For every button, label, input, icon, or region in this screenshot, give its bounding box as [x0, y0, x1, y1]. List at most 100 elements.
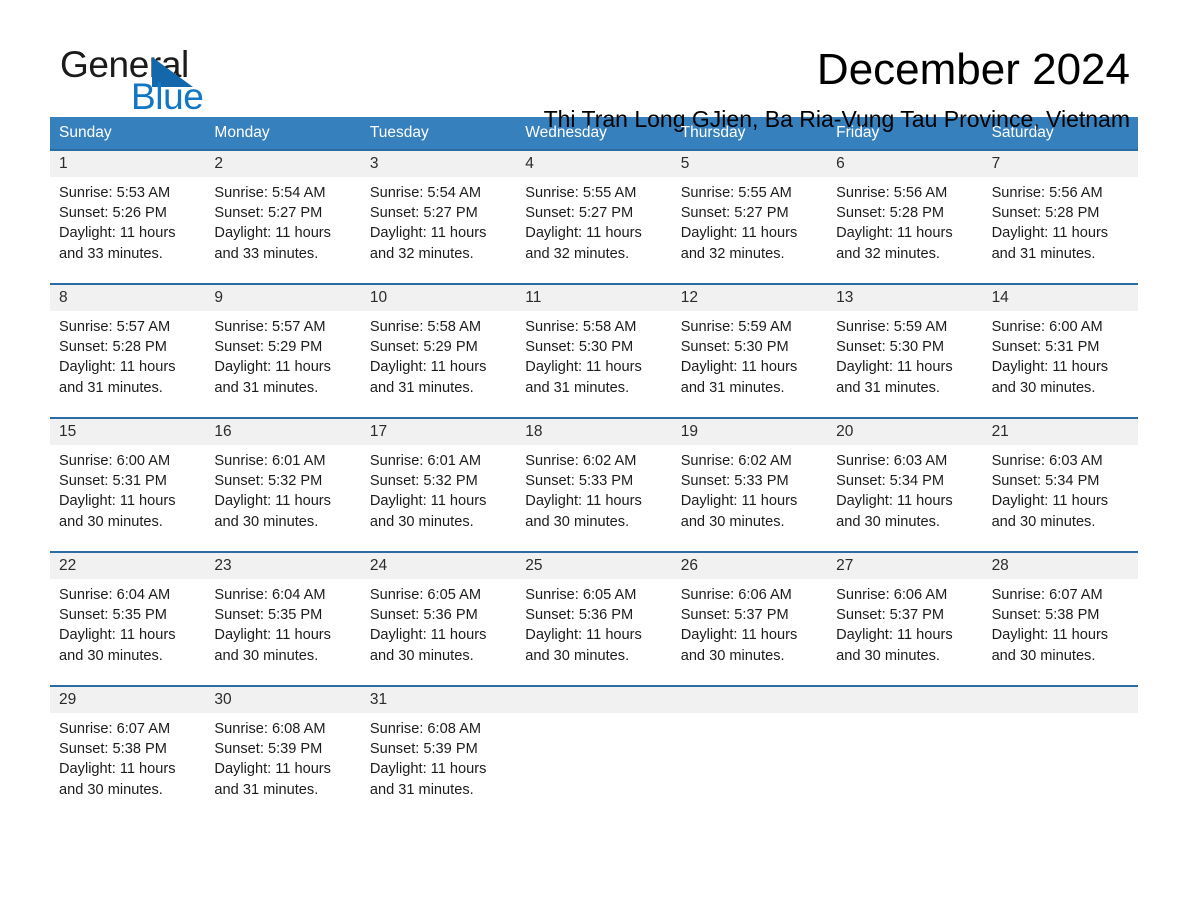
- weekday-header-friday: Friday: [836, 124, 880, 141]
- day-cell[interactable]: 28 Sunrise: 6:07 AM Sunset: 5:38 PM Dayl…: [982, 553, 1138, 685]
- sunrise-text: Sunrise: 6:03 AM: [991, 453, 1103, 469]
- day-cell[interactable]: 11 Sunrise: 5:58 AM Sunset: 5:30 PM Dayl…: [516, 285, 672, 417]
- day-number: 24: [360, 553, 517, 579]
- sunrise-text: Sunrise: 6:05 AM: [525, 587, 637, 603]
- day-cell[interactable]: 14 Sunrise: 6:00 AM Sunset: 5:31 PM Dayl…: [982, 285, 1138, 417]
- day-details: Sunrise: 5:56 AM Sunset: 5:28 PM Dayligh…: [827, 177, 982, 264]
- day-cell[interactable]: 12 Sunrise: 5:59 AM Sunset: 5:30 PM Dayl…: [671, 285, 828, 417]
- day-details: Sunrise: 5:54 AM Sunset: 5:27 PM Dayligh…: [361, 177, 516, 264]
- daylight-text-line1: Daylight: 11 hours: [836, 627, 953, 644]
- day-cell[interactable]: 17 Sunrise: 6:01 AM Sunset: 5:32 PM Dayl…: [360, 419, 517, 551]
- daylight-text-line2: and 30 minutes.: [525, 513, 630, 530]
- daylight-text-line2: and 30 minutes.: [991, 379, 1096, 396]
- day-cell[interactable]: 31 Sunrise: 6:08 AM Sunset: 5:39 PM Dayl…: [360, 687, 517, 815]
- day-number: 5: [671, 151, 828, 177]
- daylight-text-line1: Daylight: 11 hours: [59, 359, 176, 376]
- day-cell-empty: [671, 687, 828, 815]
- day-cell[interactable]: 3 Sunrise: 5:54 AM Sunset: 5:27 PM Dayli…: [360, 151, 517, 283]
- day-details: Sunrise: 6:04 AM Sunset: 5:35 PM Dayligh…: [205, 579, 360, 666]
- day-cell[interactable]: 4 Sunrise: 5:55 AM Sunset: 5:27 PM Dayli…: [516, 151, 672, 283]
- daylight-text-line1: Daylight: 11 hours: [214, 627, 331, 644]
- day-details: Sunrise: 5:58 AM Sunset: 5:30 PM Dayligh…: [516, 311, 671, 398]
- daylight-text-line1: Daylight: 11 hours: [836, 359, 953, 376]
- day-cell[interactable]: 22 Sunrise: 6:04 AM Sunset: 5:35 PM Dayl…: [50, 553, 206, 685]
- day-cell[interactable]: 7 Sunrise: 5:56 AM Sunset: 5:28 PM Dayli…: [982, 151, 1138, 283]
- day-cell[interactable]: 10 Sunrise: 5:58 AM Sunset: 5:29 PM Dayl…: [360, 285, 517, 417]
- day-cell[interactable]: 6 Sunrise: 5:56 AM Sunset: 5:28 PM Dayli…: [827, 151, 983, 283]
- day-cell[interactable]: 27 Sunrise: 6:06 AM Sunset: 5:37 PM Dayl…: [827, 553, 983, 685]
- weekday-header-monday: Monday: [214, 124, 270, 141]
- daylight-text-line1: Daylight: 11 hours: [214, 761, 331, 778]
- daylight-text-line1: Daylight: 11 hours: [369, 493, 487, 510]
- generalblue-logo[interactable]: General Blue: [56, 44, 256, 117]
- daylight-text-line1: Daylight: 11 hours: [525, 225, 642, 242]
- day-cell[interactable]: 30 Sunrise: 6:08 AM Sunset: 5:39 PM Dayl…: [205, 687, 361, 815]
- day-cell[interactable]: 13 Sunrise: 5:59 AM Sunset: 5:30 PM Dayl…: [827, 285, 983, 417]
- sunset-text: Sunset: 5:27 PM: [680, 205, 789, 222]
- page-header: General Blue December 2024 Thi Tran Long…: [0, 0, 1188, 132]
- day-number: 20: [827, 419, 983, 445]
- sunrise-text: Sunrise: 6:08 AM: [214, 721, 326, 737]
- weekday-header-row: Sunday Monday Tuesday Wednesday Thursday…: [50, 117, 1138, 149]
- sunrise-text: Sunrise: 6:03 AM: [836, 453, 948, 469]
- day-number: 18: [516, 419, 672, 445]
- day-details: Sunrise: 5:54 AM Sunset: 5:27 PM Dayligh…: [205, 177, 360, 264]
- sunset-text: Sunset: 5:27 PM: [525, 205, 634, 222]
- daylight-text-line1: Daylight: 11 hours: [680, 493, 798, 510]
- daylight-text-line1: Daylight: 11 hours: [214, 493, 331, 510]
- sunset-text: Sunset: 5:38 PM: [991, 607, 1100, 624]
- day-number: 30: [205, 687, 361, 713]
- daylight-text-line2: and 31 minutes.: [680, 379, 785, 396]
- daylight-text-line1: Daylight: 11 hours: [59, 225, 176, 242]
- daylight-text-line1: Daylight: 11 hours: [525, 493, 642, 510]
- day-details: Sunrise: 6:01 AM Sunset: 5:32 PM Dayligh…: [205, 445, 360, 532]
- day-details: Sunrise: 6:00 AM Sunset: 5:31 PM Dayligh…: [50, 445, 205, 532]
- sunset-text: Sunset: 5:29 PM: [214, 339, 323, 356]
- sunrise-text: Sunrise: 5:55 AM: [680, 185, 792, 201]
- daylight-text-line1: Daylight: 11 hours: [525, 627, 642, 644]
- sunrise-text: Sunrise: 6:07 AM: [59, 721, 171, 737]
- day-cell[interactable]: 29 Sunrise: 6:07 AM Sunset: 5:38 PM Dayl…: [50, 687, 206, 815]
- sunset-text: Sunset: 5:35 PM: [59, 607, 167, 624]
- sunrise-text: Sunrise: 5:58 AM: [369, 319, 481, 335]
- sunrise-text: Sunrise: 6:02 AM: [525, 453, 637, 469]
- daylight-text-line2: and 31 minutes.: [369, 781, 474, 798]
- day-cell[interactable]: 1 Sunrise: 5:53 AM Sunset: 5:26 PM Dayli…: [50, 151, 206, 283]
- day-details: Sunrise: 6:07 AM Sunset: 5:38 PM Dayligh…: [983, 579, 1138, 666]
- day-cell[interactable]: 16 Sunrise: 6:01 AM Sunset: 5:32 PM Dayl…: [205, 419, 361, 551]
- daylight-text-line2: and 33 minutes.: [214, 245, 319, 262]
- sunset-text: Sunset: 5:32 PM: [369, 473, 478, 490]
- daylight-text-line2: and 30 minutes.: [836, 647, 940, 664]
- day-cell[interactable]: 9 Sunrise: 5:57 AM Sunset: 5:29 PM Dayli…: [205, 285, 361, 417]
- day-details: Sunrise: 6:02 AM Sunset: 5:33 PM Dayligh…: [516, 445, 671, 532]
- day-cell[interactable]: 8 Sunrise: 5:57 AM Sunset: 5:28 PM Dayli…: [50, 285, 206, 417]
- daylight-text-line2: and 32 minutes.: [680, 245, 785, 262]
- sunrise-text: Sunrise: 5:59 AM: [836, 319, 948, 335]
- day-cell[interactable]: 23 Sunrise: 6:04 AM Sunset: 5:35 PM Dayl…: [205, 553, 361, 685]
- day-cell[interactable]: 20 Sunrise: 6:03 AM Sunset: 5:34 PM Dayl…: [827, 419, 983, 551]
- sunrise-text: Sunrise: 6:01 AM: [214, 453, 326, 469]
- day-details: Sunrise: 6:03 AM Sunset: 5:34 PM Dayligh…: [827, 445, 982, 532]
- day-cell[interactable]: 24 Sunrise: 6:05 AM Sunset: 5:36 PM Dayl…: [360, 553, 517, 685]
- day-cell[interactable]: 25 Sunrise: 6:05 AM Sunset: 5:36 PM Dayl…: [516, 553, 672, 685]
- day-cell[interactable]: 18 Sunrise: 6:02 AM Sunset: 5:33 PM Dayl…: [516, 419, 672, 551]
- day-cell[interactable]: 19 Sunrise: 6:02 AM Sunset: 5:33 PM Dayl…: [671, 419, 828, 551]
- day-number: 25: [516, 553, 672, 579]
- day-cell[interactable]: 15 Sunrise: 6:00 AM Sunset: 5:31 PM Dayl…: [50, 419, 206, 551]
- daylight-text-line1: Daylight: 11 hours: [991, 627, 1109, 644]
- sunset-text: Sunset: 5:30 PM: [836, 339, 945, 356]
- day-cell[interactable]: 26 Sunrise: 6:06 AM Sunset: 5:37 PM Dayl…: [671, 553, 828, 685]
- day-number: 2: [205, 151, 361, 177]
- daylight-text-line2: and 31 minutes.: [214, 379, 319, 396]
- day-number: 13: [827, 285, 983, 311]
- day-number: [671, 687, 828, 713]
- daylight-text-line1: Daylight: 11 hours: [214, 225, 331, 242]
- day-cell[interactable]: 5 Sunrise: 5:55 AM Sunset: 5:27 PM Dayli…: [671, 151, 828, 283]
- sunrise-text: Sunrise: 6:00 AM: [59, 453, 171, 469]
- day-cell[interactable]: 21 Sunrise: 6:03 AM Sunset: 5:34 PM Dayl…: [982, 419, 1138, 551]
- day-cell[interactable]: 2 Sunrise: 5:54 AM Sunset: 5:27 PM Dayli…: [205, 151, 361, 283]
- daylight-text-line2: and 33 minutes.: [59, 245, 163, 262]
- daylight-text-line1: Daylight: 11 hours: [991, 225, 1109, 242]
- day-number: 3: [360, 151, 517, 177]
- day-number: [827, 687, 983, 713]
